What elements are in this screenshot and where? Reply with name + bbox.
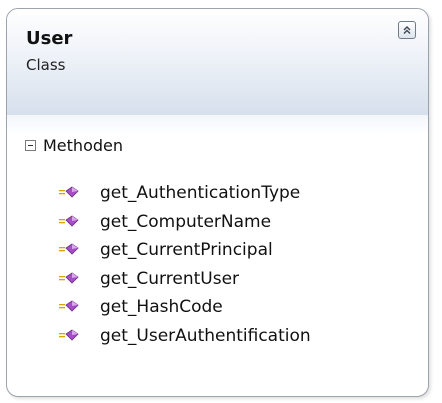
method-label: get_AuthenticationType xyxy=(100,183,301,204)
method-item[interactable]: get_ComputerName xyxy=(59,208,311,237)
method-icon xyxy=(59,300,79,312)
method-label: get_CurrentUser xyxy=(100,268,240,289)
method-label: get_CurrentPrincipal xyxy=(100,240,273,261)
method-icon xyxy=(59,186,79,198)
methods-section-header[interactable]: Methoden xyxy=(25,134,123,156)
collapse-button[interactable] xyxy=(398,21,416,39)
class-header: User Class xyxy=(7,9,428,116)
method-icon xyxy=(59,215,79,227)
method-item[interactable]: get_AuthenticationType xyxy=(59,179,311,208)
method-label: get_ComputerName xyxy=(100,211,272,232)
class-stereotype: Class xyxy=(26,56,66,74)
method-item[interactable]: get_CurrentUser xyxy=(59,265,311,294)
collapse-section-icon[interactable] xyxy=(25,139,36,151)
method-icon xyxy=(59,272,79,284)
method-item[interactable]: get_UserAuthentification xyxy=(59,322,311,351)
method-icon xyxy=(59,329,79,341)
methods-list: get_AuthenticationType get_ComputerName … xyxy=(59,179,311,350)
method-item[interactable]: get_CurrentPrincipal xyxy=(59,236,311,265)
double-chevron-up-icon xyxy=(403,26,411,34)
class-name: User xyxy=(26,28,73,49)
method-item[interactable]: get_HashCode xyxy=(59,293,311,322)
method-label: get_UserAuthentification xyxy=(100,325,311,346)
method-icon xyxy=(59,243,79,255)
section-label: Methoden xyxy=(43,135,123,155)
section-band xyxy=(7,115,428,135)
class-shape[interactable]: User Class Methoden get_AuthenticationTy… xyxy=(6,8,429,397)
method-label: get_HashCode xyxy=(100,297,223,318)
